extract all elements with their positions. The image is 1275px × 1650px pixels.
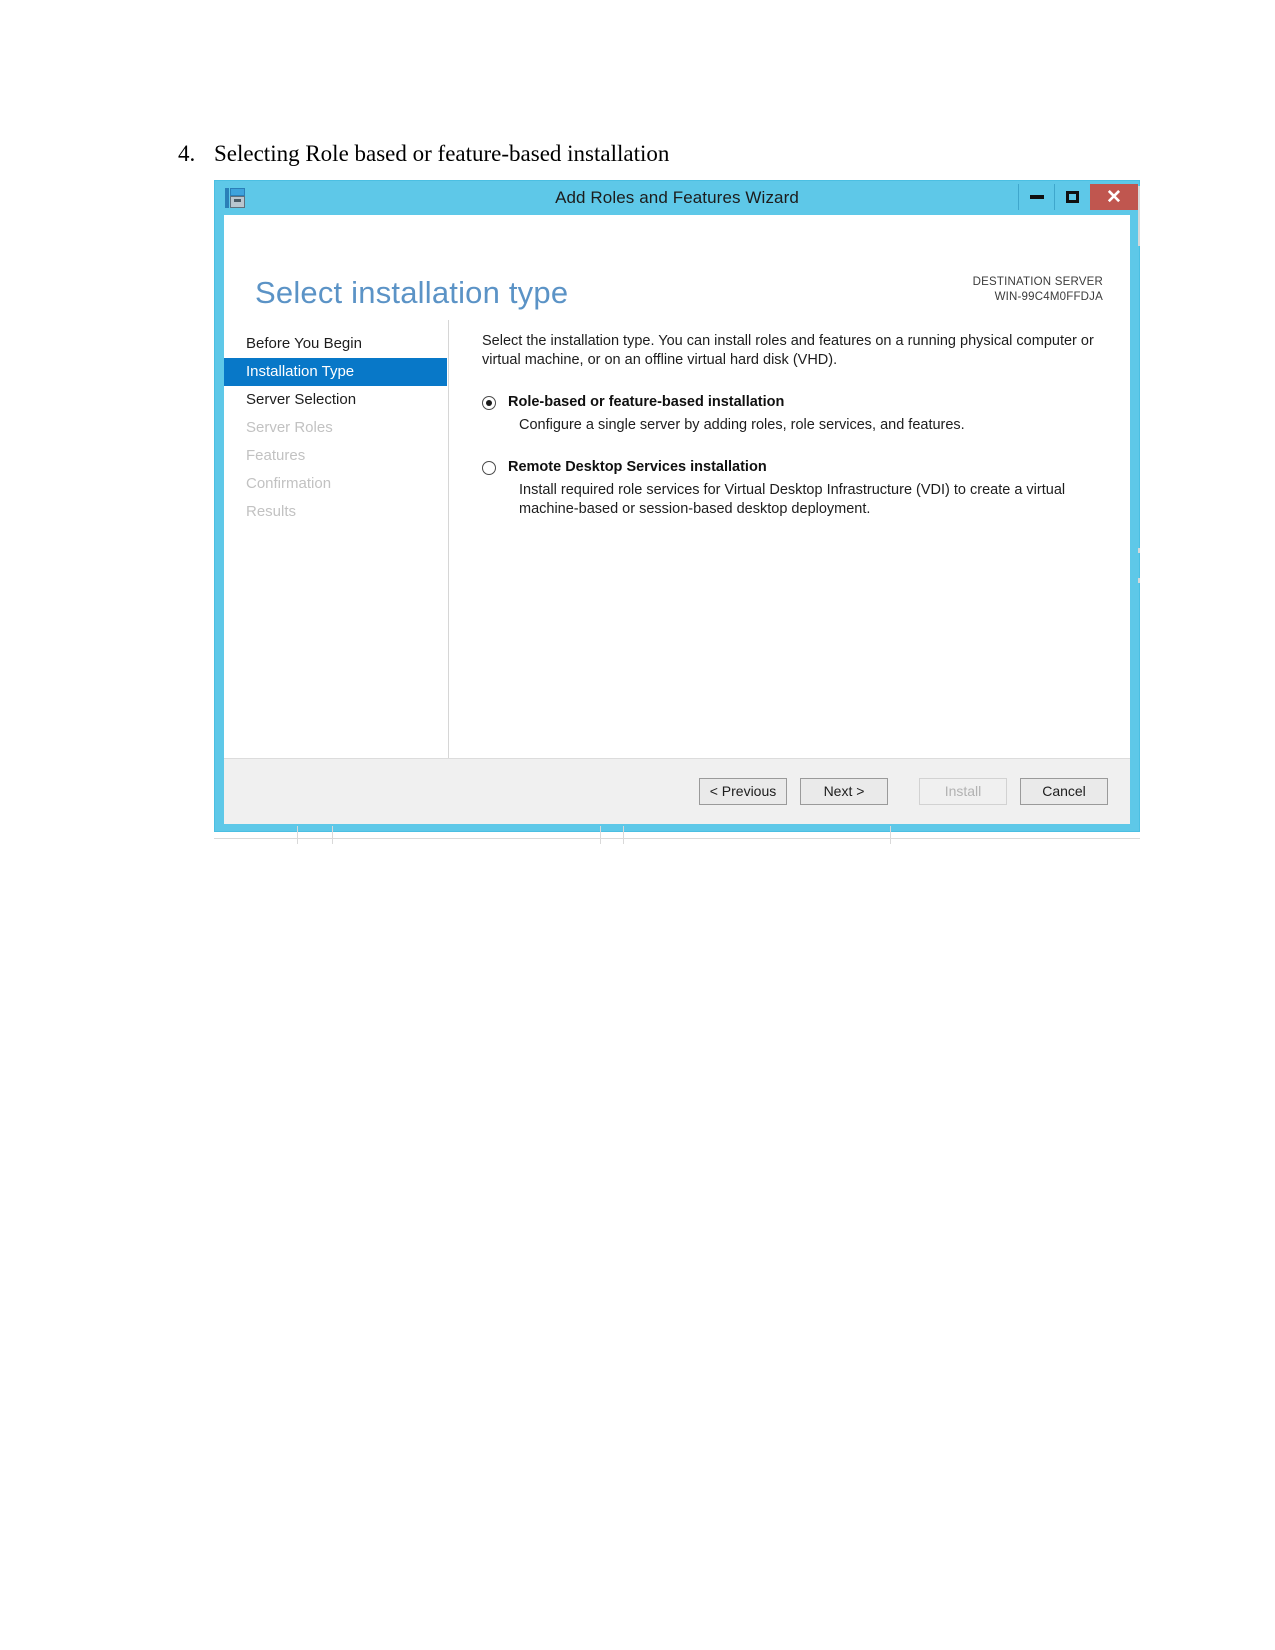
wizard-header: Select installation type DESTINATION SER… [224, 215, 1130, 310]
document-rule-vertical-3 [600, 826, 601, 844]
step-number: 4. [178, 141, 196, 166]
wizard-navigation-pane: Before You Begin Installation Type Serve… [224, 320, 449, 758]
sidebar-item-before-you-begin[interactable]: Before You Begin [224, 330, 448, 358]
window-title: Add Roles and Features Wizard [555, 188, 799, 207]
previous-button[interactable]: < Previous [699, 778, 787, 805]
destination-server-name: WIN-99C4M0FFDJA [994, 291, 1103, 303]
document-rule-vertical-2 [332, 826, 333, 844]
wizard-content-pane: Select the installation type. You can in… [449, 320, 1130, 758]
sidebar-item-features: Features [246, 447, 306, 464]
document-step-heading: 4. Selecting Role based or feature-based… [178, 141, 1078, 167]
window-title-bar: Add Roles and Features Wizard ✕ [215, 181, 1139, 215]
sidebar-item-installation-type[interactable]: Installation Type [224, 358, 447, 386]
radio-role-based-installation[interactable] [482, 396, 496, 410]
sidebar-item-server-roles: Server Roles [246, 419, 333, 436]
wizard-client-area: Select installation type DESTINATION SER… [224, 215, 1130, 824]
option-title-remote-desktop: Remote Desktop Services installation [508, 459, 767, 475]
document-rule-vertical-1 [297, 826, 298, 844]
minimize-button[interactable] [1018, 184, 1054, 210]
radio-remote-desktop-services[interactable] [482, 461, 496, 475]
close-icon: ✕ [1106, 186, 1122, 208]
option-title-role-based: Role-based or feature-based installation [508, 394, 785, 410]
option-description-role-based: Configure a single server by adding role… [519, 417, 965, 433]
maximize-icon [1066, 191, 1079, 203]
document-rule-horizontal [214, 838, 1140, 839]
page-title: Select installation type [255, 275, 569, 310]
destination-server-label: DESTINATION SERVER [972, 276, 1103, 288]
document-rule-right-edge-3 [1138, 578, 1140, 583]
step-text: Selecting Role based or feature-based in… [214, 141, 670, 166]
option-role-based-installation[interactable]: Role-based or feature-based installation… [482, 393, 1106, 435]
sidebar-item-server-selection[interactable]: Server Selection [224, 386, 448, 414]
wizard-footer: < Previous Next > Install Cancel [224, 758, 1130, 824]
install-button: Install [919, 778, 1007, 805]
next-button[interactable]: Next > [800, 778, 888, 805]
destination-server-block: DESTINATION SERVER WIN-99C4M0FFDJA [973, 275, 1103, 305]
minimize-icon [1029, 195, 1044, 199]
maximize-button[interactable] [1054, 184, 1090, 210]
document-rule-right-edge-1 [1138, 186, 1140, 246]
wizard-body: Before You Begin Installation Type Serve… [224, 320, 1130, 758]
option-remote-desktop-services-installation[interactable]: Remote Desktop Services installation Ins… [482, 458, 1106, 519]
sidebar-item-confirmation: Confirmation [246, 475, 332, 492]
cancel-button[interactable]: Cancel [1020, 778, 1108, 805]
sidebar-item-results: Results [246, 503, 297, 520]
document-rule-vertical-5 [890, 826, 891, 844]
document-rule-vertical-4 [623, 826, 624, 844]
instruction-text: Select the installation type. You can in… [482, 333, 1094, 368]
window-controls: ✕ [1018, 184, 1138, 210]
close-button[interactable]: ✕ [1090, 184, 1138, 210]
document-rule-right-edge-2 [1138, 548, 1140, 553]
option-description-remote-desktop: Install required role services for Virtu… [519, 482, 1066, 517]
add-roles-and-features-wizard-window: Add Roles and Features Wizard ✕ Select i… [214, 180, 1140, 832]
